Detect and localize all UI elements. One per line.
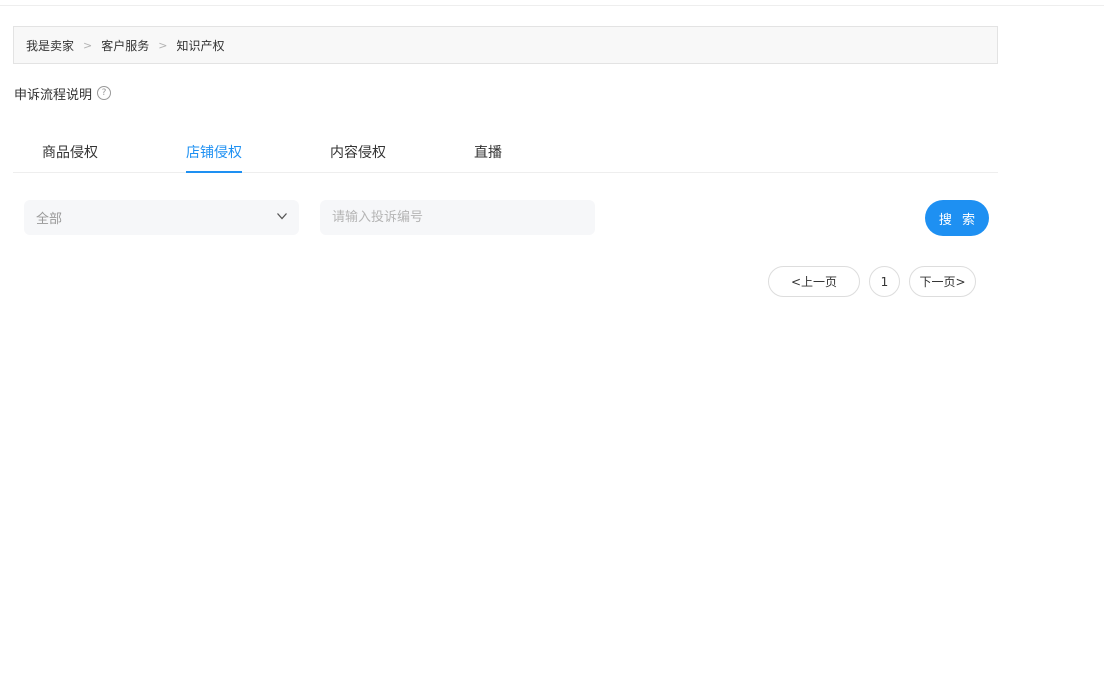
appeal-process-label: 申诉流程说明 — [14, 87, 93, 103]
prev-page-button[interactable]: <上一页 — [768, 266, 860, 297]
tab-store-infringement[interactable]: 店铺侵权 — [186, 142, 242, 173]
appeal-process-help[interactable]: 申诉流程说明 ? — [14, 84, 112, 103]
breadcrumb-separator: > — [158, 38, 168, 52]
tab-bar: 商品侵权 店铺侵权 内容侵权 直播 — [13, 130, 998, 173]
breadcrumb-separator: > — [83, 38, 93, 52]
tab-product-infringement[interactable]: 商品侵权 — [42, 142, 98, 173]
next-page-button[interactable]: 下一页> — [909, 266, 976, 297]
top-divider — [0, 5, 1104, 6]
search-button[interactable]: 搜 索 — [925, 200, 989, 236]
complaint-number-input[interactable] — [320, 200, 595, 235]
question-circle-icon[interactable]: ? — [97, 86, 112, 100]
complaint-type-select[interactable]: 全部 — [24, 200, 299, 235]
breadcrumb-item-customer-service[interactable]: 客户服务 — [101, 37, 149, 54]
chevron-down-icon — [277, 213, 287, 220]
tab-content-infringement[interactable]: 内容侵权 — [330, 142, 386, 173]
breadcrumb-item-seller[interactable]: 我是卖家 — [26, 37, 74, 54]
tab-live-stream[interactable]: 直播 — [474, 142, 502, 173]
complaint-type-value: 全部 — [36, 212, 63, 227]
breadcrumb: 我是卖家 > 客户服务 > 知识产权 — [13, 26, 998, 64]
page-number-button[interactable]: 1 — [869, 266, 900, 297]
breadcrumb-item-ip: 知识产权 — [176, 38, 225, 53]
